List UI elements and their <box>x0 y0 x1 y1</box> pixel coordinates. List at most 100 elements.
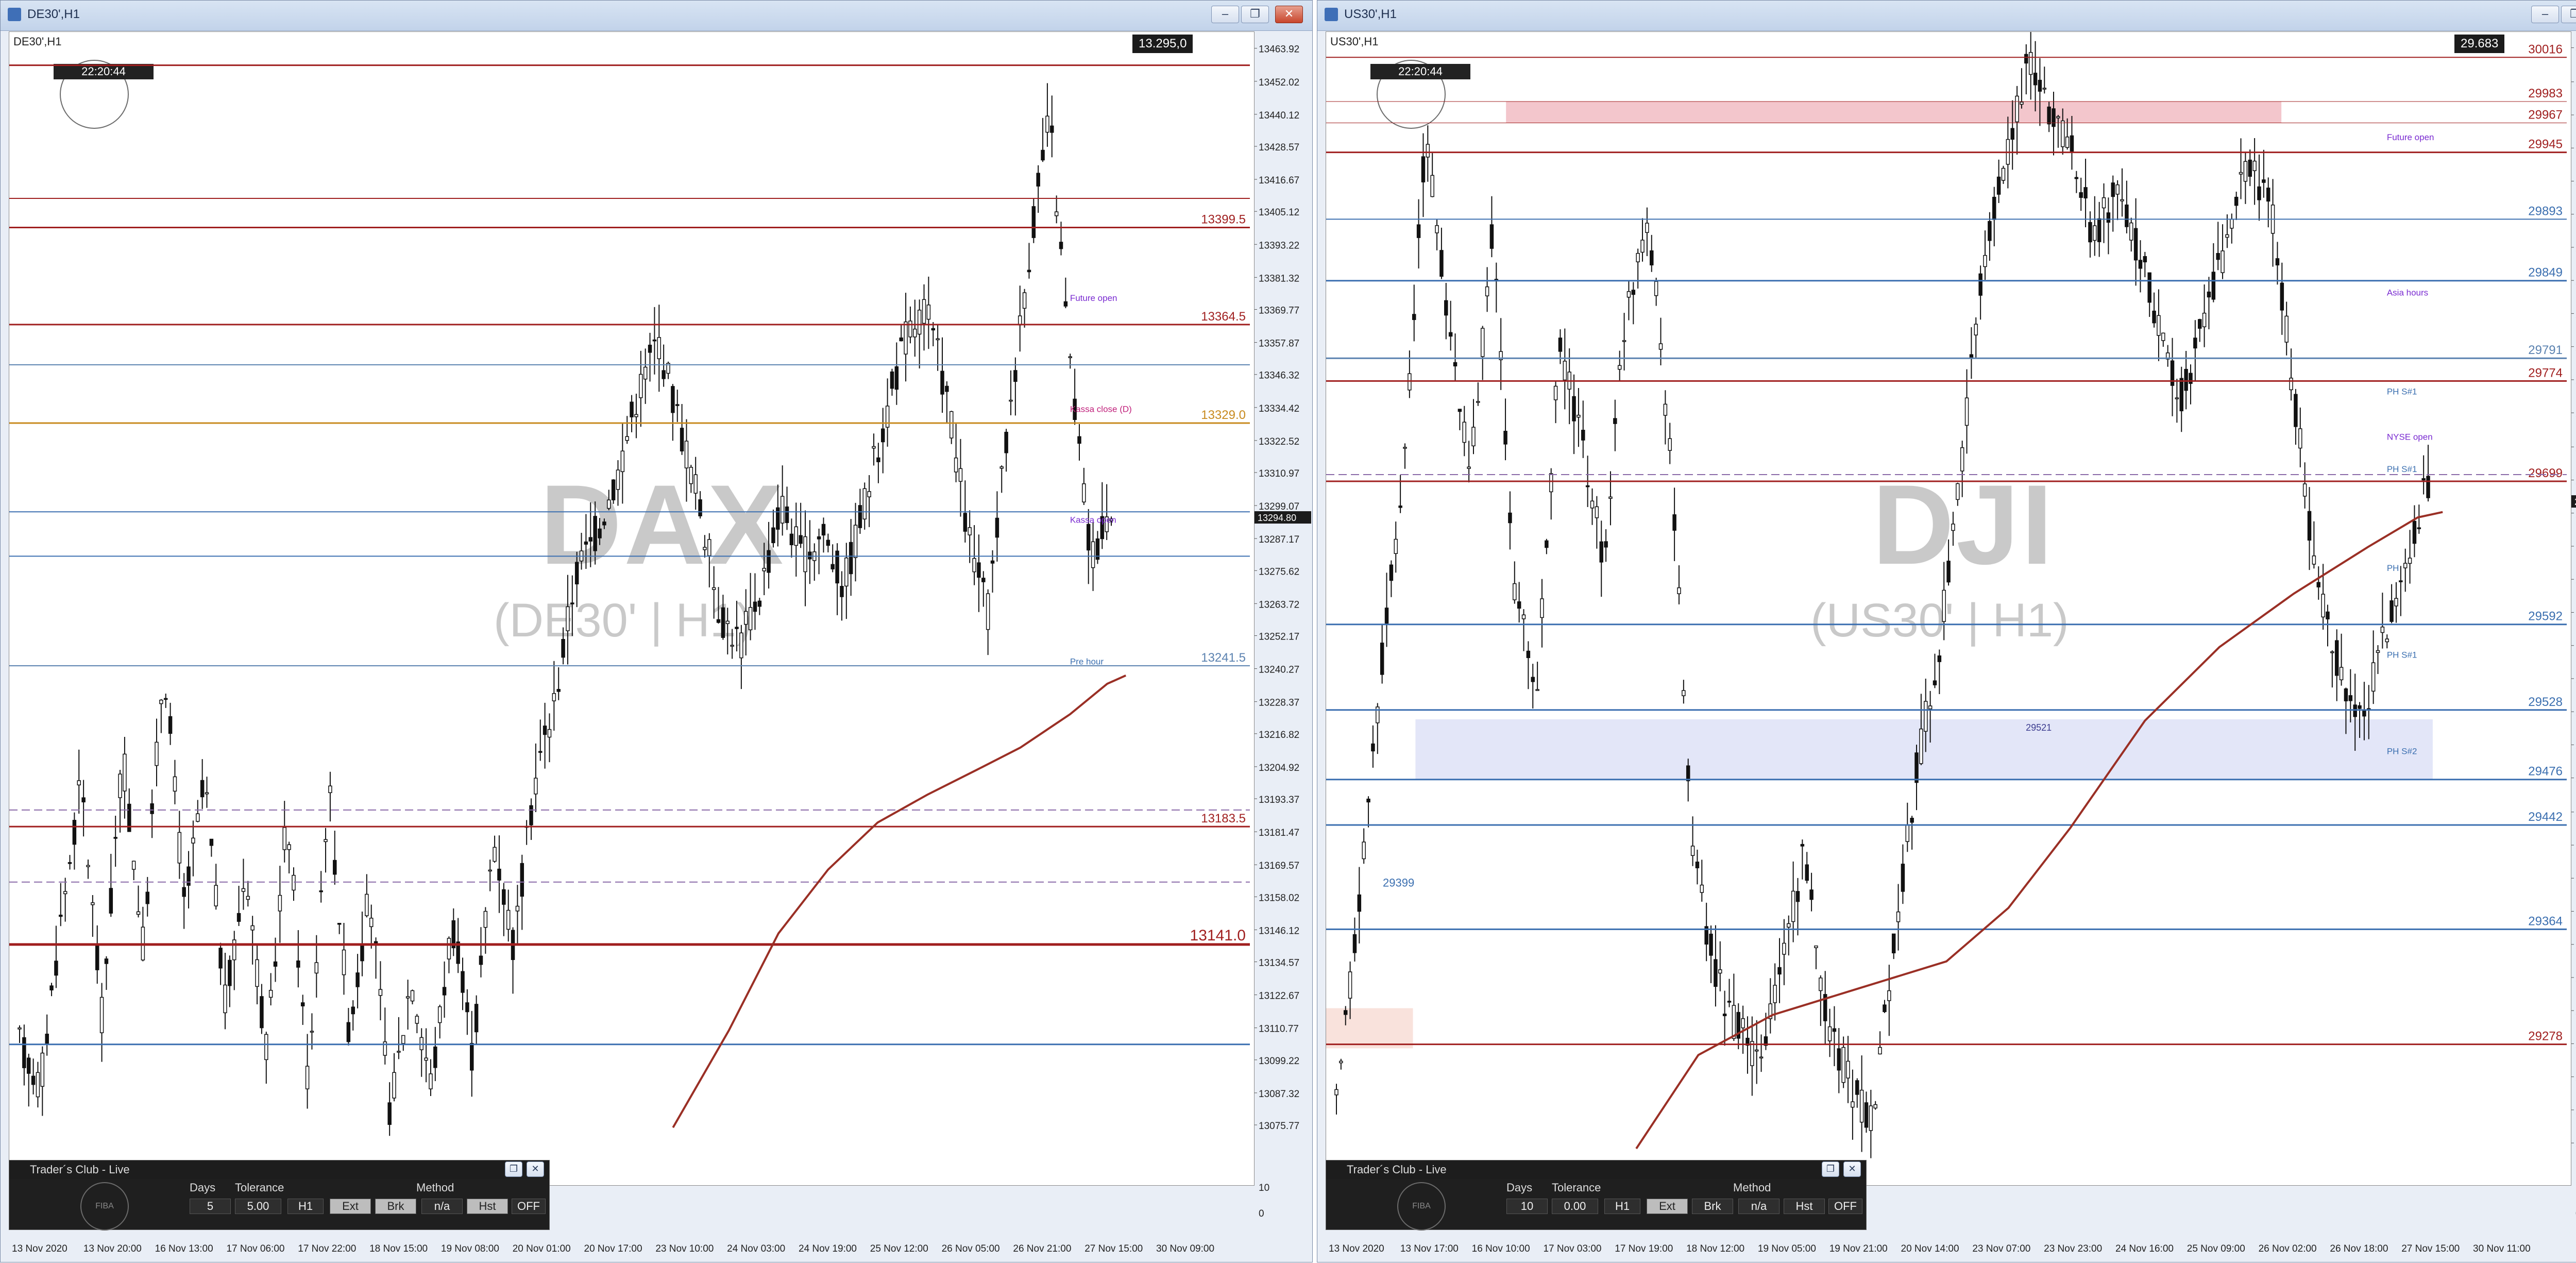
candle-body <box>1581 430 1585 441</box>
candle-body <box>1004 431 1008 453</box>
window-titlebar[interactable]: US30',H1 – ❐ ✕ <box>1317 1 2576 31</box>
candle-body <box>1540 598 1544 618</box>
candle-body <box>639 374 643 398</box>
widget-close-button[interactable]: ✕ <box>1843 1161 1861 1177</box>
chart-annotation: PH S#1 <box>2387 650 2417 660</box>
x-tick-label: 17 Nov 22:00 <box>298 1243 356 1254</box>
maximize-button[interactable]: ❐ <box>2561 6 2576 23</box>
tolerance-input[interactable]: 0.00 <box>1552 1199 1598 1214</box>
candle-body <box>1009 399 1013 402</box>
candle-body <box>328 785 332 794</box>
method-select[interactable]: n/a <box>1738 1199 1780 1214</box>
candle-body <box>1453 362 1458 367</box>
candle-body <box>1091 541 1095 568</box>
candle-body <box>652 339 657 342</box>
candle-body <box>1063 301 1068 307</box>
candle-body <box>1787 923 1791 928</box>
tolerance-input[interactable]: 5.00 <box>235 1199 281 1214</box>
candle-body <box>1577 414 1581 418</box>
timeframe-button[interactable]: H1 <box>1604 1199 1640 1214</box>
candle-body <box>223 984 227 1014</box>
candle-body <box>1978 273 1982 296</box>
candle-body <box>2028 52 2033 75</box>
candle-body <box>963 513 968 532</box>
ext-button[interactable]: Ext <box>1647 1199 1688 1214</box>
close-button[interactable]: ✕ <box>1275 6 1303 23</box>
candle-body <box>218 948 223 969</box>
days-input[interactable]: 5 <box>190 1199 231 1214</box>
candle-body <box>1754 1049 1759 1052</box>
candle-body <box>1476 401 1480 403</box>
candle-body <box>1617 365 1622 370</box>
candle-body <box>789 533 794 545</box>
y-tick-label: 13369.77 <box>1259 306 1299 316</box>
candle-body <box>424 1057 428 1061</box>
widget-restore-button[interactable]: ❐ <box>1822 1161 1839 1177</box>
candle-body <box>1832 1028 1837 1032</box>
candle-body <box>1851 1101 1855 1108</box>
candle-body <box>1654 281 1658 296</box>
minimize-button[interactable]: – <box>1211 6 1239 23</box>
candle-body <box>1398 506 1402 508</box>
candle-body <box>1996 176 2001 195</box>
candle-body <box>127 803 131 832</box>
x-tick-label: 26 Nov 18:00 <box>2330 1243 2388 1254</box>
maximize-button[interactable]: ❐ <box>1241 6 1269 23</box>
candle-body <box>1709 933 1713 956</box>
candle-body <box>282 827 286 850</box>
candle-body <box>689 467 693 484</box>
candle-body <box>2216 252 2220 260</box>
chart-annotation: Future open <box>2387 132 2434 142</box>
brk-button[interactable]: Brk <box>1692 1199 1733 1214</box>
price-chart-dji[interactable]: US30',H1 22:20:44 29.683 DJI (US30' | H1… <box>1326 31 2571 1186</box>
candle-body <box>1086 524 1091 551</box>
candle-body <box>867 491 871 497</box>
candle-body <box>1891 933 1896 954</box>
y-tick-label: 13393.22 <box>1259 240 1299 251</box>
candle-body <box>1942 590 1946 622</box>
candle-body <box>2088 222 2092 243</box>
hst-button[interactable]: Hst <box>1784 1199 1825 1214</box>
level-label: 29442 <box>2528 810 2563 824</box>
off-toggle[interactable]: OFF <box>512 1199 546 1214</box>
traders-club-widget[interactable]: Trader´s Club - Live ❐ ✕ FIBA Days Toler… <box>9 1160 550 1231</box>
window-titlebar[interactable]: DE30',H1 – ❐ ✕ <box>1 1 1312 31</box>
candle-body <box>2157 315 2161 336</box>
candle-body <box>1668 438 1672 451</box>
price-zone <box>1506 101 2282 123</box>
candle-body <box>2111 182 2115 197</box>
chart-annotation: NYSE open <box>2387 432 2433 442</box>
time-axis-dax: 13 Nov 2020 13 Nov 20:00 16 Nov 13:00 17 No… <box>12 1243 1214 1254</box>
candle-body <box>365 894 369 916</box>
chart-annotation: PH S#1 <box>2387 386 2417 396</box>
x-tick-label: 20 Nov 01:00 <box>513 1243 571 1254</box>
candle-body <box>515 905 520 912</box>
chart-window-dji: US30',H1 – ❐ ✕ US30',H1 22:20:44 29.683 … <box>1317 0 2576 1262</box>
candle-body <box>1658 343 1663 350</box>
level-label: 29983 <box>2528 87 2563 100</box>
candle-body <box>757 600 762 607</box>
candle-body <box>405 996 410 999</box>
minimize-button[interactable]: – <box>2531 6 2559 23</box>
widget-restore-button[interactable]: ❐ <box>505 1161 522 1177</box>
widget-close-button[interactable]: ✕ <box>527 1161 544 1177</box>
candle-body <box>1027 270 1031 273</box>
days-input[interactable]: 10 <box>1506 1199 1548 1214</box>
candle-body <box>2408 558 2412 564</box>
days-label: Days <box>1506 1181 1533 1194</box>
level-label: 29592 <box>2528 610 2563 624</box>
candle-body <box>337 923 342 925</box>
y-tick-label: 13440.12 <box>1259 110 1299 121</box>
off-toggle[interactable]: OFF <box>1828 1199 1862 1214</box>
hst-button[interactable]: Hst <box>467 1199 508 1214</box>
ext-button[interactable]: Ext <box>330 1199 371 1214</box>
candle-body <box>826 540 831 546</box>
brk-button[interactable]: Brk <box>375 1199 416 1214</box>
candle-body <box>2065 137 2070 148</box>
price-chart-dax[interactable]: DE30',H1 22:20:44 13.295,0 DAX (DE30' | … <box>9 31 1255 1186</box>
timeframe-button[interactable]: H1 <box>287 1199 324 1214</box>
candle-body <box>255 959 259 987</box>
traders-club-widget[interactable]: Trader´s Club - Live ❐ ✕ FIBA Days Toler… <box>1326 1160 1867 1231</box>
candle-body <box>630 401 634 417</box>
method-select[interactable]: n/a <box>421 1199 463 1214</box>
